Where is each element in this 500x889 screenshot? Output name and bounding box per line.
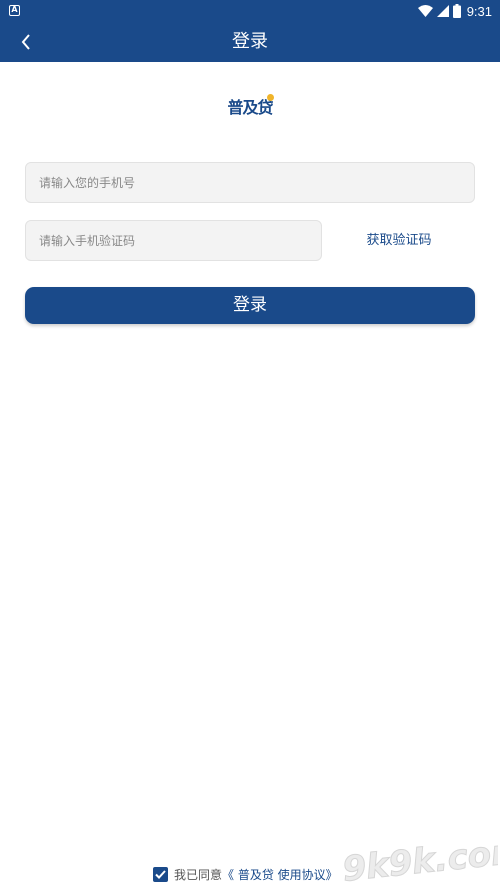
app-logo: 普及贷 — [222, 94, 278, 118]
logo-text: 普及贷 — [227, 98, 273, 117]
code-field[interactable] — [25, 220, 322, 261]
wifi-icon — [417, 5, 433, 17]
get-code-button[interactable]: 获取验证码 — [340, 220, 458, 261]
agreement-prefix: 我已同意 — [174, 868, 223, 882]
watermark-text: 9k9k.com — [341, 831, 498, 889]
battery-icon — [452, 4, 461, 18]
checkmark-icon — [155, 870, 166, 879]
android-notification-icon: A — [9, 5, 20, 16]
agreement-checkbox[interactable] — [153, 867, 168, 882]
chevron-left-icon — [21, 34, 30, 50]
phone-field[interactable] — [25, 162, 475, 203]
app-bar: 登录 — [0, 22, 500, 62]
page-title: 登录 — [232, 31, 268, 52]
status-time: 9:31 — [466, 3, 492, 19]
phone-input[interactable] — [26, 163, 474, 202]
status-bar: A 9:31 — [0, 0, 500, 22]
watermark-logo: 9k9k.com — [340, 830, 498, 889]
agreement-row: 我已同意 《 普及贷 使用协议》 — [153, 866, 338, 883]
login-button[interactable]: 登录 — [25, 287, 475, 324]
logo-dot — [267, 94, 274, 101]
signal-icon — [436, 5, 449, 17]
verification-code-input[interactable] — [26, 221, 321, 260]
back-button[interactable] — [12, 27, 40, 57]
agreement-link[interactable]: 《 普及贷 使用协议》 — [222, 866, 338, 883]
status-icons: 9:31 — [417, 3, 492, 19]
